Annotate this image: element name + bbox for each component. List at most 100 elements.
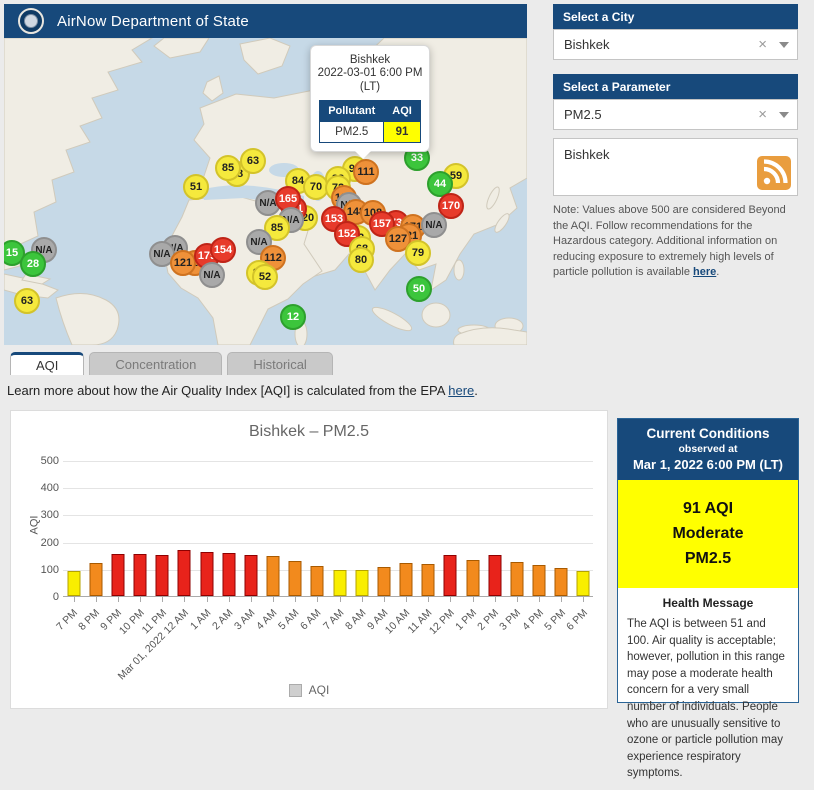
x-label: 7 AM (321, 607, 346, 632)
bar-5-pm[interactable] (555, 568, 568, 596)
health-message-text: The AQI is between 51 and 100. Air quali… (627, 616, 789, 782)
y-tick-100: 100 (19, 564, 59, 576)
tab-aqi[interactable]: AQI (10, 352, 84, 375)
x-label: 8 PM (76, 607, 102, 633)
bar-5-am[interactable] (289, 561, 302, 596)
rss-icon[interactable] (757, 156, 791, 190)
bar-4-pm[interactable] (533, 565, 546, 596)
x-tick-mark (184, 597, 185, 602)
aqi-marker-28[interactable]: 28 (20, 251, 46, 277)
bar-12-pm[interactable] (444, 555, 457, 596)
sidebar: Select a City Bishkek × Select a Paramet… (553, 4, 798, 281)
bar-11-am[interactable] (422, 564, 435, 596)
parameter-clear-icon[interactable]: × (758, 106, 767, 123)
x-label: 7 PM (54, 607, 80, 633)
dos-seal-logo (18, 8, 44, 34)
y-tick-400: 400 (19, 482, 59, 494)
rss-feed-box: Bishkek (553, 138, 798, 196)
x-label: 4 PM (520, 607, 546, 633)
aqi-marker-154[interactable]: 154 (210, 237, 236, 263)
aqi-marker-63[interactable]: 63 (240, 148, 266, 174)
x-tick-mark (583, 597, 584, 602)
aqi-marker-85[interactable]: 85 (215, 155, 241, 181)
aqi-marker-12[interactable]: 12 (280, 304, 306, 330)
x-label: 6 PM (564, 607, 590, 633)
x-tick-mark (229, 597, 230, 602)
cc-observed-label: observed at (622, 443, 794, 455)
x-tick-mark (473, 597, 474, 602)
bar-4-am[interactable] (267, 556, 280, 596)
parameter-select-value: PM2.5 (564, 107, 758, 122)
x-tick-mark (517, 597, 518, 602)
x-label: 4 AM (254, 607, 279, 632)
bar-7-am[interactable] (333, 570, 346, 596)
x-tick-mark (450, 597, 451, 602)
rss-feed-city: Bishkek (564, 147, 610, 162)
city-clear-icon[interactable]: × (758, 36, 767, 53)
tooltip-col-aqi: AQI (384, 100, 421, 121)
bar-9-am[interactable] (377, 567, 390, 596)
x-tick-mark (251, 597, 252, 602)
select-city-header: Select a City (553, 4, 798, 29)
gridline-200 (63, 543, 593, 544)
tab-historical[interactable]: Historical (227, 352, 332, 375)
note-text: Note: Values above 500 are considered Be… (553, 204, 786, 278)
cc-health-section: Health Message The AQI is between 51 and… (618, 588, 798, 790)
cc-pollutant: PM2.5 (622, 546, 794, 571)
bar-10-pm[interactable] (134, 554, 147, 596)
aqi-marker-50[interactable]: 50 (406, 276, 432, 302)
bar-3-pm[interactable] (510, 562, 523, 596)
x-tick-mark (207, 597, 208, 602)
aqi-marker-80[interactable]: 80 (348, 247, 374, 273)
aqi-marker-111[interactable]: 111 (353, 159, 379, 185)
bar-11-pm[interactable] (156, 555, 169, 596)
city-select[interactable]: Bishkek × (553, 29, 798, 60)
aqi-marker-na[interactable]: N/A (199, 262, 225, 288)
aqi-marker-51[interactable]: 51 (183, 174, 209, 200)
parameter-select[interactable]: PM2.5 × (553, 99, 798, 130)
aqi-marker-121[interactable]: 121 (170, 250, 196, 276)
tooltip-table: Pollutant AQI PM2.5 91 (319, 100, 421, 143)
aqi-marker-na[interactable]: N/A (421, 212, 447, 238)
epa-here-link[interactable]: here (448, 383, 474, 398)
select-parameter-header: Select a Parameter (553, 74, 798, 99)
x-tick-mark (118, 597, 119, 602)
y-tick-300: 300 (19, 509, 59, 521)
x-label: 10 PM (117, 607, 147, 637)
bar-mar-01-2022-12-am[interactable] (178, 550, 191, 596)
aqi-marker-63[interactable]: 63 (14, 288, 40, 314)
bar-8-am[interactable] (355, 570, 368, 596)
chart-legend: AQI (11, 683, 607, 697)
aqi-marker-52[interactable]: 52 (252, 264, 278, 290)
tab-concentration[interactable]: Concentration (89, 352, 222, 375)
x-tick-mark (162, 597, 163, 602)
x-tick-mark (428, 597, 429, 602)
aqi-marker-79[interactable]: 79 (405, 240, 431, 266)
y-tick-500: 500 (19, 455, 59, 467)
bar-10-am[interactable] (400, 563, 413, 596)
bar-9-pm[interactable] (111, 554, 124, 596)
current-conditions-panel: Current Conditions observed at Mar 1, 20… (617, 418, 799, 703)
y-tick-200: 200 (19, 537, 59, 549)
cc-aqi-category: Moderate (622, 521, 794, 546)
parameter-chevron-down-icon[interactable] (779, 112, 789, 118)
y-tick-0: 0 (19, 591, 59, 603)
bar-7-pm[interactable] (67, 571, 80, 596)
chart-title: Bishkek – PM2.5 (11, 423, 607, 441)
x-label: 3 AM (232, 607, 257, 632)
bar-6-pm[interactable] (577, 571, 590, 596)
bar-6-am[interactable] (311, 566, 324, 596)
x-tick-mark (561, 597, 562, 602)
world-map[interactable]: 15N/A2863N/AN/A117121179154N/A5158856384… (4, 38, 527, 345)
bar-1-am[interactable] (200, 552, 213, 596)
bar-2-am[interactable] (222, 553, 235, 596)
bar-3-am[interactable] (244, 555, 257, 596)
gridline-300 (63, 515, 593, 516)
bar-1-pm[interactable] (466, 560, 479, 596)
bar-2-pm[interactable] (488, 555, 501, 596)
x-tick-mark (406, 597, 407, 602)
city-chevron-down-icon[interactable] (779, 42, 789, 48)
x-label: 2 AM (210, 607, 235, 632)
bar-8-pm[interactable] (89, 563, 102, 596)
note-here-link[interactable]: here (693, 266, 716, 278)
